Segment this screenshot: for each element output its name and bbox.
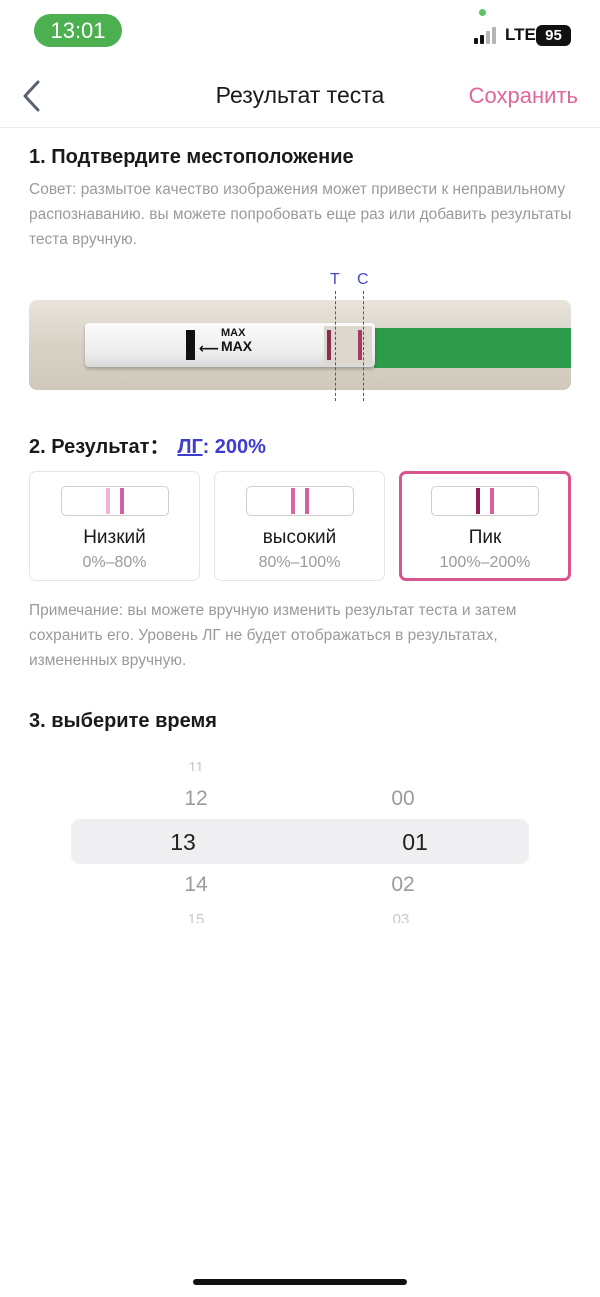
section-3-heading: 3. выберите время [29, 710, 217, 732]
time-picker-selection-band [71, 819, 529, 864]
result-row: 2. Результат： ЛГ: 200% [29, 430, 266, 459]
section-1-heading: 1. Подтвердите местоположение [29, 146, 354, 168]
minute-picker-item[interactable]: 03 [361, 911, 441, 923]
strip-mini-icon [431, 486, 539, 516]
signal-icon [474, 26, 500, 44]
hour-picker-item[interactable]: 12 [156, 787, 236, 811]
minute-picker-item[interactable]: 02 [363, 873, 443, 897]
privacy-indicator-dot [479, 9, 486, 16]
strip-handle [374, 328, 571, 368]
home-indicator [193, 1279, 407, 1285]
option-high-label: высокий [262, 527, 337, 548]
save-button[interactable]: Сохранить [469, 83, 578, 109]
hour-picker-selected[interactable]: 13 [143, 829, 223, 856]
network-type: LTE [505, 25, 536, 44]
strip-black-mark [186, 330, 195, 360]
hour-picker-item[interactable]: 14 [156, 873, 236, 897]
option-low[interactable]: Низкий 0%–80% [29, 471, 200, 581]
battery-level: 95 [545, 27, 562, 44]
strip-mini-icon [60, 486, 169, 516]
test-strip-photo[interactable]: ⟵ MAX MAX [29, 300, 571, 390]
control-line-marker[interactable] [363, 291, 364, 401]
option-low-range: 0%–80% [82, 554, 147, 571]
result-label: 2. Результат： [29, 436, 170, 458]
lh-link[interactable]: ЛГ [177, 436, 202, 458]
strip-max-label: MAX MAX [221, 327, 253, 354]
strip-arrow-icon: ⟵ [199, 340, 220, 356]
minute-picker-item[interactable]: 00 [363, 787, 443, 811]
battery-icon: 95 [536, 25, 571, 46]
strip-control-line [358, 330, 362, 360]
minute-picker-selected[interactable]: 01 [375, 829, 455, 856]
option-low-label: Низкий [83, 527, 146, 548]
strip-test-line [327, 330, 331, 360]
section-2-note: Примечание: вы можете вручную изменить р… [29, 602, 517, 669]
option-high[interactable]: высокий 80%–100% [214, 471, 385, 581]
strip-mini-icon [245, 486, 354, 516]
hour-picker-item[interactable]: 15 [156, 911, 236, 923]
status-time: 13:01 [34, 14, 122, 47]
section-1-hint: Совет: размытое качество изображения мож… [29, 181, 572, 248]
option-high-range: 80%–100% [258, 554, 341, 571]
test-line-marker-label: T [330, 271, 340, 288]
hour-picker-item[interactable]: 11 [156, 759, 236, 771]
test-line-marker[interactable] [335, 291, 336, 401]
nav-divider [0, 127, 600, 128]
option-peak-label: Пик [468, 527, 502, 548]
result-value: : 200% [202, 436, 266, 458]
strip-result-window [324, 326, 372, 364]
option-peak-range: 100%–200% [439, 554, 531, 571]
control-line-marker-label: C [357, 271, 369, 288]
option-peak[interactable]: Пик 100%–200% [399, 471, 571, 581]
